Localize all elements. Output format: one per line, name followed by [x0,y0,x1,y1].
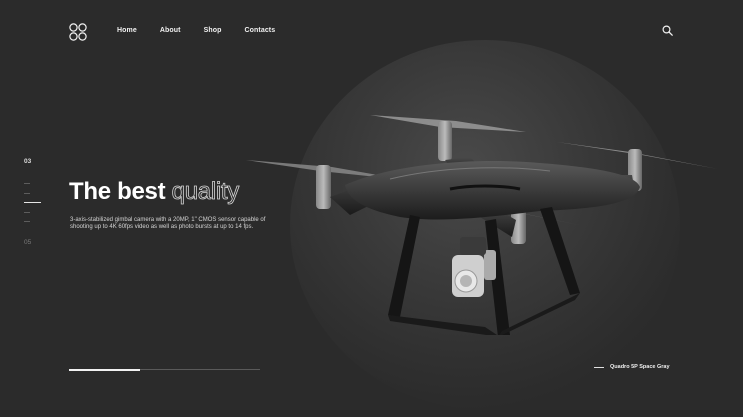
product-caption: Quadro 5P Space Gray [594,364,670,370]
nav-about[interactable]: About [160,27,181,34]
slide-indicator: 03 05 [24,158,44,246]
slide-ticks [24,183,44,222]
total-slide-number: 05 [24,239,32,246]
nav-contacts[interactable]: Contacts [244,27,275,34]
slide-tick-5[interactable] [24,221,30,222]
nav-home[interactable]: Home [117,27,137,34]
product-name: Quadro 5P Space Gray [610,364,670,370]
slide-progress-bar [69,368,260,371]
main-nav: Home About Shop Contacts [117,27,298,34]
four-circles-logo-icon[interactable] [69,23,87,41]
slide-tick-4[interactable] [24,211,30,213]
search-icon[interactable] [662,25,673,36]
slide-tick-1[interactable] [24,183,30,184]
slide-tick-2[interactable] [24,192,30,194]
slide-progress-fill [69,368,140,371]
drone-image [246,115,718,335]
hero-title-solid: The best [69,178,166,205]
hero-title: The best quality [69,178,240,206]
caption-dash [594,366,604,368]
landing-page: Home About Shop Contacts 03 05 The best … [0,0,743,417]
nav-shop[interactable]: Shop [204,27,222,34]
hero-title-outline: quality [171,178,239,206]
slide-tick-3[interactable] [24,202,41,203]
current-slide-number: 03 [24,158,32,165]
